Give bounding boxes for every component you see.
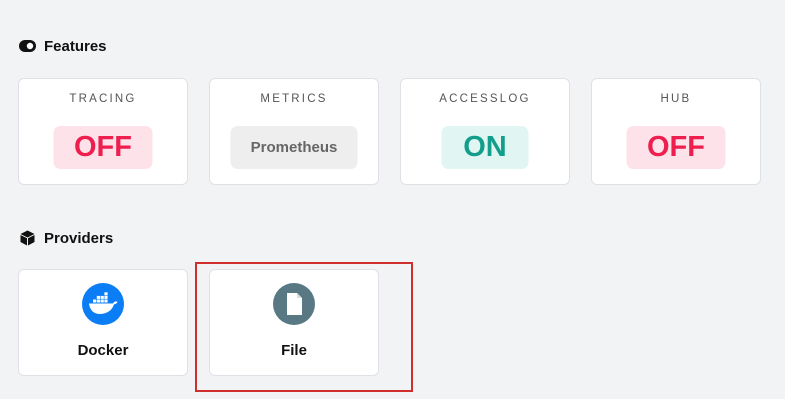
features-title: Features — [44, 37, 107, 55]
feature-card-accesslog: ACCESSLOG ON — [400, 78, 570, 185]
feature-label: HUB — [660, 93, 692, 105]
file-icon — [273, 283, 315, 325]
feature-status-badge: ON — [441, 126, 529, 169]
provider-name: Docker — [77, 342, 129, 359]
provider-card-docker[interactable]: Docker — [18, 269, 188, 376]
features-heading: Features — [19, 36, 107, 56]
provider-card-file[interactable]: File — [209, 269, 379, 376]
feature-status-badge: Prometheus — [230, 126, 358, 169]
providers-title: Providers — [44, 229, 114, 247]
feature-status-badge: OFF — [53, 126, 153, 169]
feature-status-badge: OFF — [626, 126, 726, 169]
feature-card-hub: HUB OFF — [591, 78, 761, 185]
provider-name: File — [281, 342, 307, 359]
dashboard-page: Features TRACING OFF METRICS Prometheus … — [0, 0, 785, 399]
feature-card-metrics: METRICS Prometheus — [209, 78, 379, 185]
toggle-icon — [19, 38, 36, 55]
feature-card-tracing: TRACING OFF — [18, 78, 188, 185]
providers-heading: Providers — [19, 228, 113, 248]
cube-icon — [19, 230, 36, 247]
docker-icon — [82, 283, 124, 325]
feature-label: TRACING — [69, 93, 137, 105]
feature-label: ACCESSLOG — [439, 93, 531, 105]
feature-label: METRICS — [260, 93, 328, 105]
